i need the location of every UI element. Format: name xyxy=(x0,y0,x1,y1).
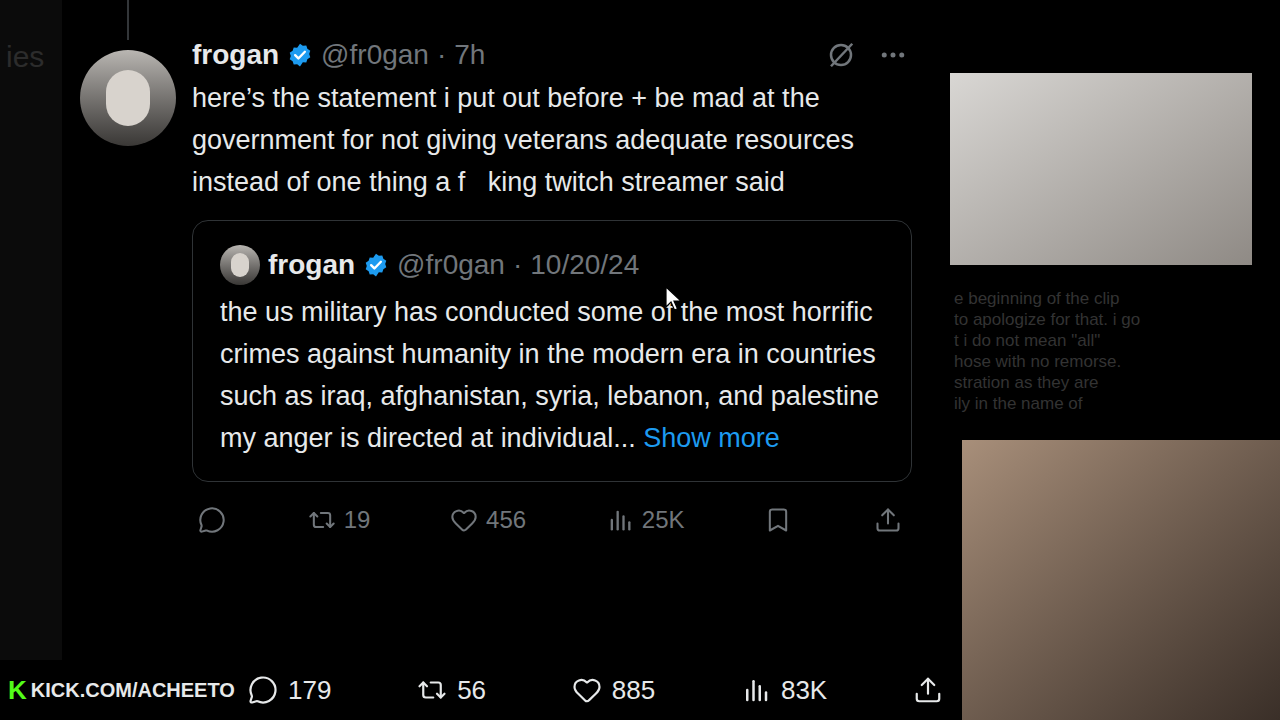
cursor-icon xyxy=(665,286,683,312)
handle[interactable]: @fr0gan xyxy=(321,37,429,73)
retweet-icon xyxy=(417,675,447,705)
views-stat[interactable]: 83K xyxy=(741,671,827,710)
reactor-cam xyxy=(962,440,1280,720)
reply-icon xyxy=(248,675,278,705)
thread-line xyxy=(127,0,129,40)
stat-count: 83K xyxy=(781,671,827,710)
background-line: stration as they are xyxy=(954,372,1280,393)
quote-timestamp[interactable]: 10/20/24 xyxy=(530,247,639,283)
retweet-icon xyxy=(308,506,336,534)
timestamp[interactable]: 7h xyxy=(454,37,485,73)
bookmark-action[interactable] xyxy=(764,506,794,534)
share-action[interactable] xyxy=(874,506,904,534)
stat-count: 56 xyxy=(457,671,486,710)
reply-icon xyxy=(198,506,226,534)
kick-logo: K xyxy=(8,677,27,703)
grok-icon[interactable] xyxy=(826,40,856,70)
tweet[interactable]: frogan@fr0gan·7hhere’s the statement i p… xyxy=(62,0,930,660)
action-count: 25K xyxy=(642,502,685,538)
share-stat[interactable] xyxy=(913,675,943,705)
quote-author-name[interactable]: frogan xyxy=(268,247,355,283)
views-icon xyxy=(606,506,634,534)
kick-watermark: KKICK.COM/ACHEETO xyxy=(8,675,248,705)
like-icon xyxy=(572,675,602,705)
action-row: 19 456 25K xyxy=(192,502,912,538)
show-more-link[interactable]: Show more xyxy=(643,423,780,453)
background-line: to apologize for that. i go xyxy=(954,309,1280,330)
retweet-stat[interactable]: 56 xyxy=(417,671,486,710)
share-icon xyxy=(913,675,943,705)
share-icon xyxy=(874,506,902,534)
action-count: 456 xyxy=(486,502,526,538)
background-line: hose with no remorse. xyxy=(954,351,1280,372)
tweet-text: here’s the statement i put out before + … xyxy=(192,77,892,203)
quote-text: the us military has conducted some of th… xyxy=(220,291,884,459)
retweet-action[interactable]: 19 xyxy=(308,502,371,538)
separator: · xyxy=(437,37,446,73)
verified-icon xyxy=(363,252,389,278)
author-name[interactable]: frogan xyxy=(192,37,279,73)
views-action[interactable]: 25K xyxy=(606,502,685,538)
left-strip: ies xyxy=(0,0,62,660)
avatar[interactable] xyxy=(220,245,260,285)
background-fragment: ies xyxy=(0,40,44,73)
more-icon[interactable] xyxy=(878,40,908,70)
stat-count: 885 xyxy=(612,671,655,710)
stream-screen: iesfrogan@fr0gan·7hhere’s the statement … xyxy=(0,0,1280,720)
quote-card[interactable]: frogan @fr0gan·10/20/24 the us military ha… xyxy=(192,220,912,482)
like-action[interactable]: 456 xyxy=(450,502,526,538)
verified-icon xyxy=(287,42,313,68)
views-icon xyxy=(741,675,771,705)
separator: · xyxy=(513,247,522,283)
quote-handle[interactable]: @fr0gan xyxy=(397,247,505,283)
reply-action[interactable] xyxy=(198,506,228,534)
action-count: 19 xyxy=(344,502,371,538)
stat-count: 179 xyxy=(288,671,331,710)
background-line: ily in the name of xyxy=(954,393,1280,414)
bottom-bar: KKICK.COM/ACHEETO 179 56 885 83K xyxy=(0,660,955,720)
avatar[interactable] xyxy=(80,50,176,146)
reply-stat[interactable]: 179 xyxy=(248,671,331,710)
background-line: e beginning of the clip xyxy=(954,288,1280,309)
background-line: t i do not mean "all" xyxy=(954,330,1280,351)
like-stat[interactable]: 885 xyxy=(572,671,655,710)
streamer-cam xyxy=(950,73,1252,265)
kick-url: KICK.COM/ACHEETO xyxy=(31,675,235,705)
like-icon xyxy=(450,506,478,534)
bookmark-icon xyxy=(764,506,792,534)
